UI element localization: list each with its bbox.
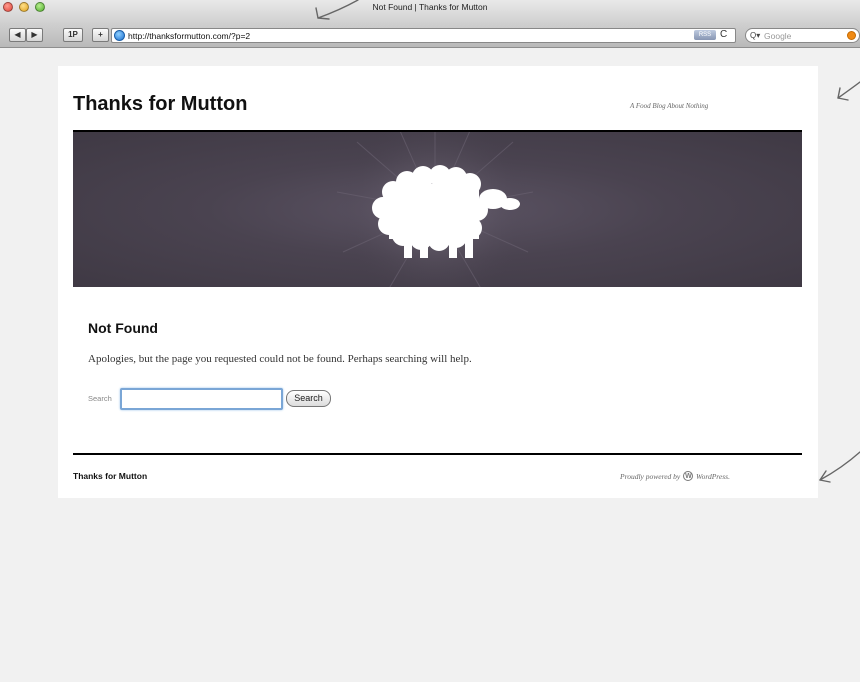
onepassword-button[interactable]: 1P bbox=[63, 28, 83, 42]
window-title: Not Found | Thanks for Mutton bbox=[372, 2, 488, 12]
search-label: Search bbox=[88, 394, 112, 403]
address-bar-url: http://thanksformutton.com/?p=2 bbox=[128, 31, 251, 41]
forward-button[interactable]: ▶ bbox=[26, 28, 43, 42]
globe-icon bbox=[114, 30, 125, 41]
add-bookmark-button[interactable]: + bbox=[92, 28, 109, 42]
magnifier-icon: Q▾ bbox=[750, 31, 761, 40]
footer-credit: Proudly powered by WordPress. bbox=[620, 471, 730, 482]
entry-title: Not Found bbox=[88, 320, 158, 336]
footer-site-title[interactable]: Thanks for Mutton bbox=[73, 471, 147, 481]
header-banner bbox=[73, 132, 802, 287]
footer-credit-prefix: Proudly powered by bbox=[620, 472, 681, 481]
site-title[interactable]: Thanks for Mutton bbox=[73, 93, 247, 116]
site-description: A Food Blog About Nothing bbox=[630, 102, 709, 110]
page-container: Thanks for Mutton A Food Blog About Noth… bbox=[58, 66, 818, 498]
wordpress-link[interactable]: WordPress. bbox=[696, 472, 730, 481]
wordpress-logo-icon bbox=[683, 471, 694, 482]
back-button[interactable]: ◀ bbox=[9, 28, 26, 42]
search-input[interactable] bbox=[120, 388, 283, 410]
address-bar[interactable]: http://thanksformutton.com/?p=2 bbox=[111, 28, 736, 43]
title-bar: Not Found | Thanks for Mutton bbox=[0, 0, 860, 24]
web-content: Thanks for Mutton A Food Blog About Noth… bbox=[0, 48, 860, 682]
browser-search-field[interactable]: Q▾ Google bbox=[745, 28, 860, 43]
search-button[interactable]: Search bbox=[286, 390, 331, 407]
footer-divider bbox=[73, 453, 802, 455]
rss-button[interactable]: RSS bbox=[694, 30, 716, 40]
entry-content: Apologies, but the page you requested co… bbox=[88, 353, 472, 365]
browser-search-placeholder: Google bbox=[764, 31, 792, 41]
snapback-icon[interactable] bbox=[847, 31, 856, 40]
reload-icon[interactable]: C bbox=[720, 28, 727, 42]
browser-window: Not Found | Thanks for Mutton ◀ ▶ 1P + h… bbox=[0, 0, 860, 682]
banner-illustration bbox=[336, 132, 534, 287]
